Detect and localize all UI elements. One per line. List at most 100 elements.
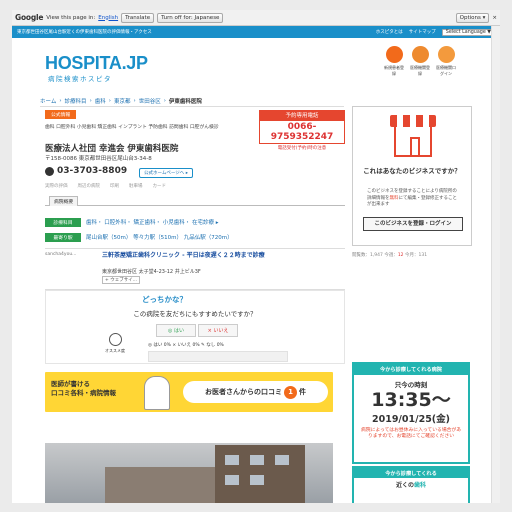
reservation-label: 予約専用電話 (259, 110, 345, 120)
official-tag: 公式情報 (45, 110, 77, 119)
hospital-name: 医療法人社団 幸進会 伊東歯科医院 (45, 144, 179, 154)
options-button[interactable]: Options ▾ (455, 12, 490, 23)
site-header: HOSPITA.JP 病院検索ホスピタ 新規患者登録 医療機関登録 医療機関ログ… (12, 38, 500, 96)
info-value[interactable]: 歯科・ 口腔外科・ 矯正歯科・ 小児歯科・ 在宅診療 ▸ (86, 218, 219, 226)
open-now-note: 病院によってはお昼休みに入っている場合がありますので、お電話にてご確認ください (360, 428, 462, 440)
site-language-select[interactable]: Select Language ▼ (441, 28, 495, 36)
ad-source: sancha4you... (45, 252, 77, 257)
breadcrumb-item[interactable]: 歯科 (95, 97, 106, 105)
doctor-illustration-icon (144, 376, 170, 410)
tab-overview[interactable]: 病院概要 (49, 196, 79, 206)
homepage-button[interactable]: 公式ホームページへ ▸ (139, 168, 193, 178)
breadcrumb: ホーム › 診療科目 › 歯科 › 東京都 › 世田谷区 › 伊東歯科医院 (40, 96, 344, 107)
site-logo[interactable]: HOSPITA.JP (45, 53, 148, 74)
banner-line2: 口コミ各科・病院情報 (51, 389, 116, 397)
site-topbar: 東京都世田谷区尾山台駅近くの伊東歯科医院の評価情報・アクセス ホスピタとは サイ… (12, 26, 500, 38)
hospital-tel-number[interactable]: 03-3703-8809 (57, 166, 127, 176)
open-now-header: 今から診療してくれる病院 (354, 364, 468, 375)
current-time-label: 只今の時刻 (394, 381, 428, 389)
reservation-note[interactable]: 電話受付(予約)時の注意 (259, 145, 345, 151)
window-shape (225, 475, 239, 485)
translate-options: Options ▾ × (455, 12, 497, 23)
page: Google View this page in: English Transl… (12, 10, 500, 503)
phone-icon (45, 166, 54, 176)
business-desc: このビジネスを登録することにより病院所の詳細情報を無料にて編集・登録修正すること… (367, 189, 459, 209)
recommend-title: どっちかな？ (142, 295, 187, 304)
new-patient-circle (385, 46, 403, 63)
ad-title[interactable]: 三軒茶屋矯正歯科クリニック - 平日は夜遅く２２時まで診療 (102, 252, 337, 259)
business-title: これはあなたのビジネスですか？ (363, 167, 461, 175)
scrollbar[interactable] (491, 26, 500, 503)
banner-right: お医者さんからの口コミ 1 件 (183, 381, 328, 403)
doctor-review-banner[interactable]: 医師が書ける 口コミ各科・病院情報 お医者さんからの口コミ 1 件 (45, 372, 333, 412)
about-link[interactable]: ホスピタとは (376, 29, 403, 35)
turn-off-button[interactable]: Turn off for: Japanese (157, 12, 224, 23)
close-icon[interactable]: × (492, 15, 497, 21)
window-shape (275, 455, 289, 465)
medical-register-circle (411, 46, 429, 63)
business-desc-em: 無料 (389, 195, 399, 201)
rating-icon-label[interactable]: 実際の評価 (45, 183, 68, 189)
hospital-tel: 03-3703-8809 (45, 166, 127, 176)
ad-address: 東京都世田谷区 太子堂4-23-12 井上ビル3F (102, 269, 201, 275)
recommend-no-button[interactable]: × いいえ (198, 324, 238, 337)
breadcrumb-item[interactable]: ホーム (40, 97, 56, 105)
translate-button[interactable]: Translate (121, 12, 155, 23)
building-shape (105, 467, 215, 503)
medical-register-icon[interactable]: 医療機関登録 (409, 46, 431, 77)
open-now-nearby-dept: 歯科 (414, 482, 427, 489)
nearby-icon-label[interactable]: 周辺の病院 (78, 183, 101, 189)
translate-bar: Google View this page in: English Transl… (12, 10, 500, 26)
banner-suffix: 件 (299, 388, 306, 396)
breadcrumb-item[interactable]: 診療科目 (65, 97, 87, 105)
print-icon-label[interactable]: 印刷 (110, 183, 119, 189)
recommend-question: この病院を友だちにもすすめたいですか？ (133, 310, 257, 318)
topbar-links: ホスピタとは サイトマップ Select Language ▼ (376, 28, 495, 36)
language-select[interactable]: English (98, 15, 118, 21)
translate-prompt: View this page in: (46, 14, 96, 21)
recommend-icon: オススメ度 (104, 333, 126, 354)
card-icon-label: カード (152, 184, 167, 189)
medical-register-label: 医療機関登録 (410, 65, 430, 76)
google-logo: Google (15, 13, 44, 22)
banner-left-text: 医師が書ける 口コミ各科・病院情報 (51, 380, 116, 398)
business-box: これはあなたのビジネスですか？ このビジネスを登録することにより病院所の詳細情報… (352, 106, 472, 246)
window-shape (250, 455, 264, 465)
hospital-photo (45, 443, 333, 503)
store-door (410, 137, 420, 155)
recommend-yes-button[interactable]: ◎ はい (156, 324, 196, 337)
parking-icon-label: 駐車場 (129, 184, 143, 189)
sitemap-link[interactable]: サイトマップ (409, 29, 436, 35)
hospital-address: 〒158-0086 東京都世田谷区尾山台3-34-8 (45, 156, 152, 162)
ad-website-button[interactable]: + ウェブサイ... (102, 276, 140, 284)
recommend-stats: ◎ はい 0% × いいえ 0% ✎ なし 0% (148, 343, 224, 348)
business-register-button[interactable]: このビジネスを登録・ログイン (363, 217, 463, 231)
reservation-phone[interactable]: 0066-9759352247 (259, 120, 345, 144)
breadcrumb-item[interactable]: 東京都 (114, 97, 131, 105)
topbar-text: 東京都世田谷区尾山台駅近くの伊東歯科医院の評価情報・アクセス (17, 30, 152, 35)
new-patient-register-icon[interactable]: 新規患者登録 (383, 46, 405, 77)
recommend-box: どっちかな？ この病院を友だちにもすすめたいですか？ ◎ はい × いいえ オス… (45, 290, 345, 364)
info-row-stations: 最寄り駅 尾山台駅（50m） 等々力駅（510m） 九品仏駅（720m） (45, 231, 345, 243)
hospital-categories: 歯科 口腔外科 小児歯科 矯正歯科 インプラント 予防歯科 訪問歯科 口腔がん検… (45, 125, 219, 130)
open-now-nearby-pre: 近くの (395, 482, 414, 489)
view-stats-post: 今月：131 (403, 253, 428, 258)
medical-login-circle (437, 46, 455, 63)
building-shape (215, 445, 305, 503)
info-value[interactable]: 尾山台駅（50m） 等々力駅（510m） 九品仏駅（720m） (86, 233, 233, 241)
store-body (394, 127, 432, 157)
person-icon (108, 333, 122, 346)
recommend-bar (148, 351, 288, 362)
open-now-nearby-box[interactable]: 今から診療してくれる 近くの歯科 (352, 466, 470, 503)
banner-line1: 医師が書ける (51, 380, 90, 388)
medical-login-icon[interactable]: 医療機関ログイン (435, 46, 457, 77)
info-label: 診療科目 (45, 217, 81, 227)
breadcrumb-current: 伊東歯科医院 (168, 99, 202, 105)
banner-count-badge: 1 (284, 385, 297, 399)
breadcrumb-item[interactable]: 世田谷区 (139, 97, 161, 105)
window-shape (250, 475, 264, 485)
reservation-box: 予約専用電話 0066-9759352247 電話受付(予約)時の注意 (259, 110, 345, 151)
info-row-departments: 診療科目 歯科・ 口腔外科・ 矯正歯科・ 小児歯科・ 在宅診療 ▸ (45, 216, 345, 228)
open-now-nearby-sub: 近くの歯科 (354, 480, 468, 489)
new-patient-label: 新規患者登録 (384, 65, 404, 76)
